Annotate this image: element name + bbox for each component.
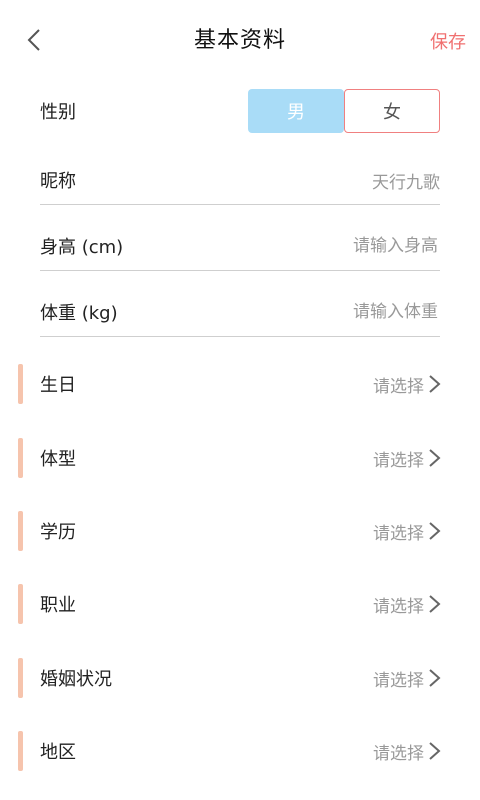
- marital-status-value: 请选择: [373, 670, 424, 691]
- gender-male-button[interactable]: 男: [248, 89, 344, 133]
- chevron-right-icon: [429, 522, 441, 540]
- occupation-row[interactable]: 职业 请选择: [0, 582, 480, 626]
- gender-row: 性别 男 女: [40, 88, 440, 134]
- region-label: 地区: [40, 742, 76, 763]
- weight-label: 体重 (kg): [40, 303, 118, 324]
- body-type-row[interactable]: 体型 请选择: [0, 436, 480, 480]
- birthday-label: 生日: [40, 375, 76, 396]
- height-row: 身高 (cm): [40, 222, 440, 271]
- chevron-right-icon: [429, 595, 441, 613]
- accent-bar: [18, 658, 23, 698]
- height-input[interactable]: [256, 235, 440, 257]
- education-value: 请选择: [373, 523, 424, 544]
- weight-row: 体重 (kg): [40, 288, 440, 337]
- occupation-value: 请选择: [373, 596, 424, 617]
- body-type-label: 体型: [40, 449, 76, 470]
- marital-status-label: 婚姻状况: [40, 669, 112, 690]
- education-label: 学历: [40, 522, 76, 543]
- region-value: 请选择: [373, 743, 424, 764]
- chevron-right-icon: [429, 742, 441, 760]
- page-title: 基本资料: [193, 28, 286, 53]
- marital-status-row[interactable]: 婚姻状况 请选择: [0, 656, 480, 700]
- accent-bar: [18, 584, 23, 624]
- header: 基本资料 保存: [0, 0, 480, 80]
- save-button[interactable]: 保存: [430, 28, 466, 54]
- accent-bar: [18, 511, 23, 551]
- birthday-value: 请选择: [373, 376, 424, 397]
- gender-label: 性别: [40, 102, 76, 123]
- birthday-row[interactable]: 生日 请选择: [0, 362, 480, 406]
- nickname-row[interactable]: 昵称 天行九歌: [40, 156, 440, 205]
- accent-bar: [18, 438, 23, 478]
- nickname-label: 昵称: [40, 171, 76, 192]
- education-row[interactable]: 学历 请选择: [0, 509, 480, 553]
- gender-female-button[interactable]: 女: [344, 89, 440, 133]
- body-type-value: 请选择: [373, 450, 424, 471]
- chevron-right-icon: [429, 449, 441, 467]
- chevron-right-icon: [429, 375, 441, 393]
- gender-toggle: 男 女: [248, 89, 440, 133]
- occupation-label: 职业: [40, 595, 76, 616]
- region-row[interactable]: 地区 请选择: [0, 729, 480, 773]
- nickname-value[interactable]: 天行九歌: [372, 168, 440, 193]
- accent-bar: [18, 731, 23, 771]
- height-label: 身高 (cm): [40, 237, 124, 258]
- chevron-right-icon: [429, 669, 441, 687]
- weight-input[interactable]: [256, 301, 440, 323]
- accent-bar: [18, 364, 23, 404]
